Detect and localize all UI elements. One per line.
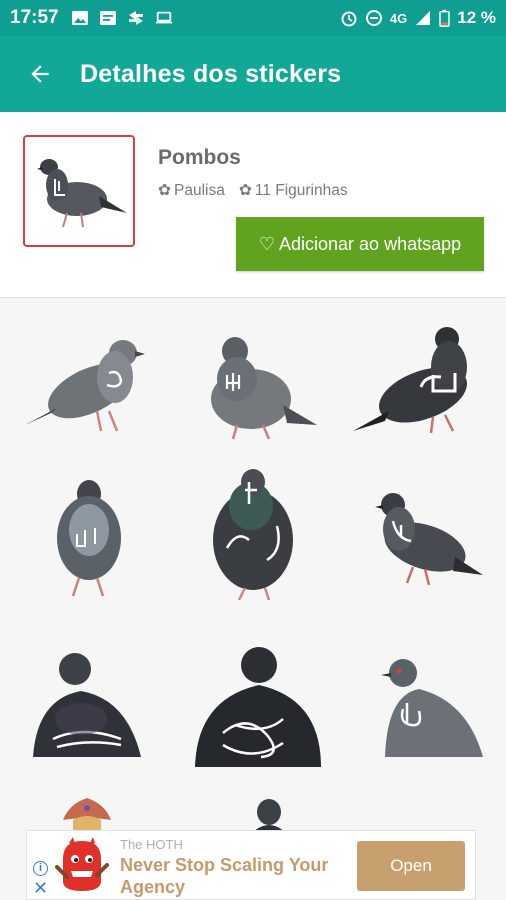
pack-header: Pombos ✿ Paulisa ✿ 11 Figurinhas ♡ Adici… — [0, 112, 506, 298]
pigeon-redeye-finger — [381, 659, 483, 757]
sticker-item[interactable] — [344, 460, 494, 610]
pack-author-name: Paulisa — [174, 181, 225, 199]
page-title: Detalhes dos stickers — [80, 59, 342, 88]
laptop-icon — [155, 11, 172, 24]
arrow-back-icon — [31, 65, 49, 83]
sticker-item[interactable] — [12, 624, 162, 774]
heart-icon: ♡ — [258, 233, 275, 254]
network-type: 4G — [389, 10, 408, 26]
battery-level: 12 % — [457, 8, 496, 27]
ad-logo — [55, 837, 109, 891]
sticker-item[interactable] — [344, 624, 494, 774]
sticker-item[interactable] — [12, 460, 162, 610]
sticker-grid — [0, 298, 506, 830]
pigeon-side-drawn-arms — [375, 493, 483, 586]
pigeon-closeup-folded-arms — [195, 647, 321, 767]
app-bar: Detalhes dos stickers — [0, 36, 506, 112]
pigeon-closeup-crossed-arms — [33, 653, 141, 757]
pack-count-label: 11 Figurinhas — [254, 181, 348, 199]
pack-count: ✿ 11 Figurinhas — [239, 181, 348, 200]
back-button[interactable] — [0, 36, 80, 112]
sticker-item[interactable] — [178, 624, 328, 774]
pigeon-dark-hands-wing — [353, 327, 467, 434]
ad-sponsor: The HOTH — [120, 837, 183, 852]
pack-name: Pombos — [158, 146, 241, 169]
pigeon-greenneck-arms — [213, 469, 293, 601]
flower-icon: ✿ — [238, 182, 252, 199]
ad-headline[interactable]: Never Stop Scaling Your Agency — [120, 854, 360, 898]
sync-icon — [128, 11, 143, 25]
ad-close-icon[interactable]: ✕ — [33, 879, 48, 897]
status-time: 17:57 — [10, 7, 59, 28]
pigeon-front-standing — [57, 480, 121, 597]
tray-pigeon-image — [37, 159, 127, 228]
sticker-partial-ornament — [63, 798, 111, 830]
sticker-item[interactable] — [12, 786, 162, 830]
sticker-item[interactable] — [12, 308, 162, 458]
pack-author: ✿ Paulisa — [158, 181, 225, 200]
ad-banner[interactable]: i ✕ The HOTH Never Stop Scaling Your Age… — [26, 830, 476, 900]
flower-icon: ✿ — [158, 182, 171, 199]
battery-icon — [439, 9, 450, 27]
message-icon — [99, 11, 116, 25]
pigeon-side-white-arm — [25, 340, 145, 432]
ad-info-icon[interactable]: i — [33, 861, 48, 876]
ad-open-button[interactable]: Open — [357, 841, 465, 891]
sticker-item[interactable] — [178, 308, 328, 458]
pigeon-partial-head — [255, 799, 283, 830]
pigeon-front-pointing — [211, 337, 317, 440]
pack-meta: ✿ Paulisa ✿ 11 Figurinhas — [158, 181, 348, 200]
status-bar: 17:57 4G 12 % — [0, 0, 506, 36]
add-to-whatsapp-label: Adicionar ao whatsapp — [279, 233, 462, 254]
alarm-icon — [341, 11, 357, 27]
signal-icon — [416, 11, 431, 25]
add-to-whatsapp-button[interactable]: ♡ Adicionar ao whatsapp — [236, 217, 484, 271]
do-not-disturb-icon — [365, 10, 382, 26]
sticker-item[interactable] — [178, 460, 328, 610]
image-icon — [71, 11, 88, 25]
tray-icon-image — [23, 135, 135, 247]
sticker-item[interactable] — [344, 308, 494, 458]
sticker-item[interactable] — [178, 786, 328, 830]
